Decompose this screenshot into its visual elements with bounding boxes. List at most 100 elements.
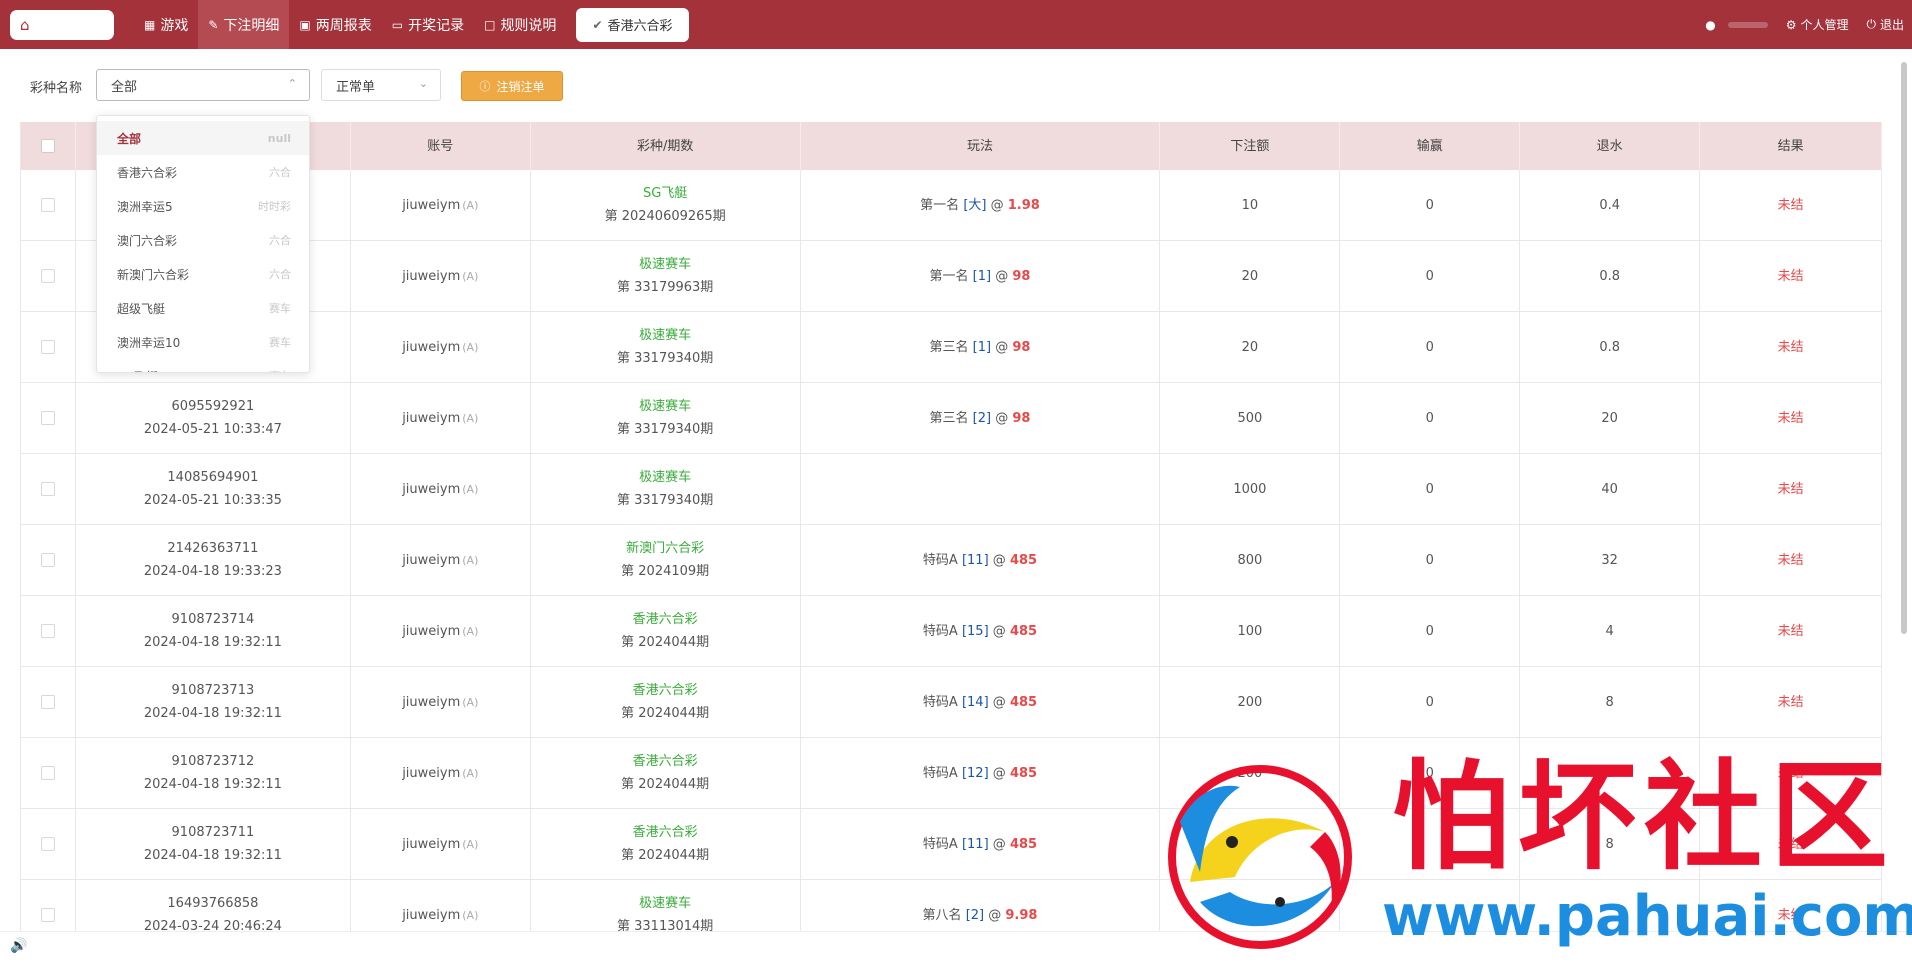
bet-type-select[interactable]: 正常单 ⌄ xyxy=(321,69,441,101)
row-checkbox[interactable] xyxy=(40,411,55,425)
account-tag: (A) xyxy=(462,766,479,780)
play-selection: [1] xyxy=(972,339,992,355)
play-name: 第三名 xyxy=(929,339,969,355)
dropdown-option[interactable]: 全部 null xyxy=(97,121,309,155)
rebate-cell: 0.4 xyxy=(1520,170,1701,240)
play-wrap: 特码A [14] @ 485 xyxy=(923,691,1037,714)
row-checkbox[interactable] xyxy=(40,482,55,496)
select-all-checkbox[interactable] xyxy=(40,139,55,153)
lottery-select[interactable]: 全部 ⌃ xyxy=(96,69,310,101)
dropdown-option[interactable]: 澳门六合彩 六合 xyxy=(97,223,309,257)
header-play: 玩法 xyxy=(801,122,1161,170)
at-sign: @ xyxy=(995,339,1009,355)
order-id: 16493766858 xyxy=(167,896,259,911)
row-checkbox[interactable] xyxy=(40,766,55,780)
row-checkbox[interactable] xyxy=(40,695,55,709)
play-odds: 485 xyxy=(1009,694,1038,710)
nav-item-two-week-report[interactable]: ▣ 两周报表 xyxy=(289,0,381,49)
nav-item-rules[interactable]: □ 规则说明 xyxy=(474,0,566,49)
lottery-name: SG飞艇 xyxy=(643,186,688,201)
dropdown-option[interactable]: SG飞艇 赛车 xyxy=(97,359,309,373)
row-checkbox-cell xyxy=(21,383,76,453)
winloss-cell: 0 xyxy=(1340,170,1521,240)
dropdown-option[interactable]: 澳洲幸运5 时时彩 xyxy=(97,189,309,223)
home-button[interactable]: ⌂ xyxy=(10,9,114,40)
lottery-period: 第 2024044期 xyxy=(621,848,710,863)
profile-link[interactable]: ⚙ 个人管理 xyxy=(1786,16,1849,33)
row-checkbox[interactable] xyxy=(40,837,55,851)
account-wrap: jiuweiym (A) xyxy=(402,265,478,288)
account-cell: jiuweiym (A) xyxy=(351,738,531,808)
nav-item-draw-records[interactable]: ▭ 开奖记录 xyxy=(382,0,474,49)
logout-link[interactable]: ⏻ 退出 xyxy=(1866,16,1904,33)
settings-icon: ⚙ xyxy=(1785,17,1797,32)
header-winloss: 输赢 xyxy=(1340,122,1521,170)
account-name: jiuweiym xyxy=(402,410,461,426)
row-checkbox[interactable] xyxy=(40,908,55,922)
table-row: 9108723714 2024-04-18 19:32:11 jiuweiym(… xyxy=(21,596,1883,667)
account-wrap: jiuweiym (A) xyxy=(402,620,478,643)
main-nav: ▦ 游戏 ✎ 下注明细 ▣ 两周报表 ▭ 开奖记录 □ 规则说明 ✔ 香港六合彩 xyxy=(134,0,689,49)
nav-item-bet-details[interactable]: ✎ 下注明细 xyxy=(198,0,290,49)
cancel-bet-button[interactable]: ⓘ 注销注单 xyxy=(461,71,563,101)
row-checkbox[interactable] xyxy=(40,553,55,567)
user-account[interactable]: ● xyxy=(1705,17,1768,32)
select-all-cell xyxy=(21,122,76,170)
play-cell: 特码A [12] @ 485 xyxy=(801,738,1161,808)
dropdown-option-name: 澳洲幸运10 xyxy=(117,335,181,350)
row-checkbox[interactable] xyxy=(40,269,55,283)
account-name: jiuweiym xyxy=(402,197,461,213)
play-odds: 98 xyxy=(1012,268,1031,284)
current-lottery-tag[interactable]: ✔ 香港六合彩 xyxy=(576,7,689,42)
nav-item-label: 游戏 xyxy=(160,17,189,34)
dropdown-option[interactable]: 新澳门六合彩 六合 xyxy=(97,257,309,291)
lottery-name: 香港六合彩 xyxy=(632,683,698,698)
rebate-cell: 20 xyxy=(1520,383,1701,453)
vertical-scrollbar[interactable] xyxy=(1901,62,1907,634)
play-odds: 485 xyxy=(1009,765,1038,781)
row-checkbox-cell xyxy=(21,241,76,311)
play-name: 特码A xyxy=(922,694,958,710)
at-sign: @ xyxy=(995,410,1009,426)
watermark-url: www.pahuai.com xyxy=(1382,884,1912,949)
bet-time: 2024-04-18 19:32:11 xyxy=(143,635,282,650)
order-id: 9108723713 xyxy=(171,683,255,698)
at-sign: @ xyxy=(988,907,1002,923)
account-tag: (A) xyxy=(462,269,479,283)
power-icon: ⏻ xyxy=(1866,17,1876,31)
dropdown-option[interactable]: 香港六合彩 六合 xyxy=(97,155,309,189)
dropdown-option-name: 香港六合彩 xyxy=(117,165,178,180)
speaker-icon[interactable]: 🔊 xyxy=(10,938,27,954)
lottery-name: 香港六合彩 xyxy=(632,825,698,840)
nav-item-label: 下注明细 xyxy=(223,17,280,34)
order-id: 14085694901 xyxy=(167,470,259,485)
amount-cell: 500 xyxy=(1160,383,1341,453)
amount-cell: 800 xyxy=(1160,525,1341,595)
dropdown-option[interactable]: 超级飞艇 赛车 xyxy=(97,291,309,325)
account-cell: jiuweiym (A) xyxy=(351,454,531,524)
account-tag: (A) xyxy=(462,411,479,425)
order-cell: 9108723712 2024-04-18 19:32:11 xyxy=(76,738,351,808)
order-id: 9108723711 xyxy=(171,825,255,840)
dropdown-option[interactable]: 澳洲幸运10 赛车 xyxy=(97,325,309,359)
row-checkbox[interactable] xyxy=(40,624,55,638)
lottery-cell: 香港六合彩 第 2024044期 xyxy=(531,667,801,737)
row-checkbox[interactable] xyxy=(40,340,55,354)
play-selection: [大] xyxy=(963,197,987,213)
nav-item-games[interactable]: ▦ 游戏 xyxy=(134,0,198,49)
home-icon: ⌂ xyxy=(20,15,30,34)
account-name: jiuweiym xyxy=(402,836,461,852)
row-checkbox[interactable] xyxy=(40,198,55,212)
user-icon: ● xyxy=(1705,17,1716,32)
account-name: jiuweiym xyxy=(402,694,461,710)
play-cell: 特码A [14] @ 485 xyxy=(801,667,1161,737)
account-cell: jiuweiym (A) xyxy=(351,312,531,382)
lottery-dropdown-menu: 全部 null 香港六合彩 六合 澳洲幸运5 时时彩 澳门六合彩 六合 新澳门六合彩 六合 超级飞艇… xyxy=(96,115,310,373)
cancel-bet-label: 注销注单 xyxy=(496,79,545,94)
row-checkbox-cell xyxy=(21,738,76,808)
account-cell: jiuweiym (A) xyxy=(351,667,531,737)
play-cell: 第三名 [1] @ 98 xyxy=(801,312,1161,382)
play-name: 特码A xyxy=(922,623,958,639)
result-cell: 未结 xyxy=(1700,383,1883,453)
play-odds: 9.98 xyxy=(1005,907,1038,923)
